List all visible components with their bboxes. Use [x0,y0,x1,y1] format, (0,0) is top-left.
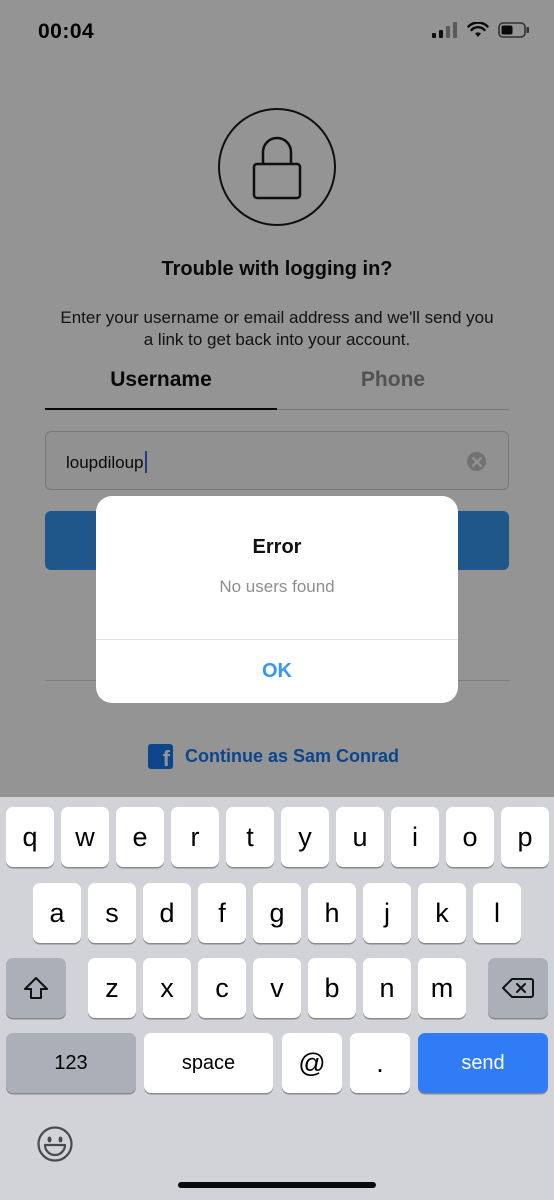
backspace-key[interactable] [488,958,548,1018]
key-x[interactable]: x [143,958,191,1018]
key-q[interactable]: q [6,807,54,867]
backspace-icon [502,978,534,998]
numbers-key[interactable]: 123 [6,1033,136,1093]
at-key[interactable]: @ [282,1033,342,1093]
send-key[interactable]: send [418,1033,548,1093]
key-o[interactable]: o [446,807,494,867]
period-key[interactable]: . [350,1033,410,1093]
key-m[interactable]: m [418,958,466,1018]
alert-title: Error [252,536,302,558]
key-f[interactable]: f [198,883,246,943]
key-u[interactable]: u [336,807,384,867]
key-e[interactable]: e [116,807,164,867]
key-z[interactable]: z [88,958,136,1018]
key-r[interactable]: r [171,807,219,867]
key-s[interactable]: s [88,883,136,943]
shift-key[interactable] [6,958,66,1018]
key-g[interactable]: g [253,883,301,943]
key-h[interactable]: h [308,883,356,943]
alert-ok-button[interactable]: OK [96,640,458,703]
key-c[interactable]: c [198,958,246,1018]
key-k[interactable]: k [418,883,466,943]
keyboard: q w e r t y u i o p a s d f g h j k l z … [0,797,554,1200]
key-v[interactable]: v [253,958,301,1018]
key-n[interactable]: n [363,958,411,1018]
key-d[interactable]: d [143,883,191,943]
key-j[interactable]: j [363,883,411,943]
home-indicator[interactable] [178,1182,376,1188]
alert-message: No users found [219,577,335,596]
key-w[interactable]: w [61,807,109,867]
emoji-icon[interactable] [36,1125,74,1163]
error-alert: Error No users found OK [96,496,458,703]
key-i[interactable]: i [391,807,439,867]
key-l[interactable]: l [473,883,521,943]
key-p[interactable]: p [501,807,549,867]
space-key[interactable]: space [144,1033,273,1093]
key-a[interactable]: a [33,883,81,943]
key-y[interactable]: y [281,807,329,867]
shift-icon [24,977,48,999]
key-t[interactable]: t [226,807,274,867]
key-b[interactable]: b [308,958,356,1018]
